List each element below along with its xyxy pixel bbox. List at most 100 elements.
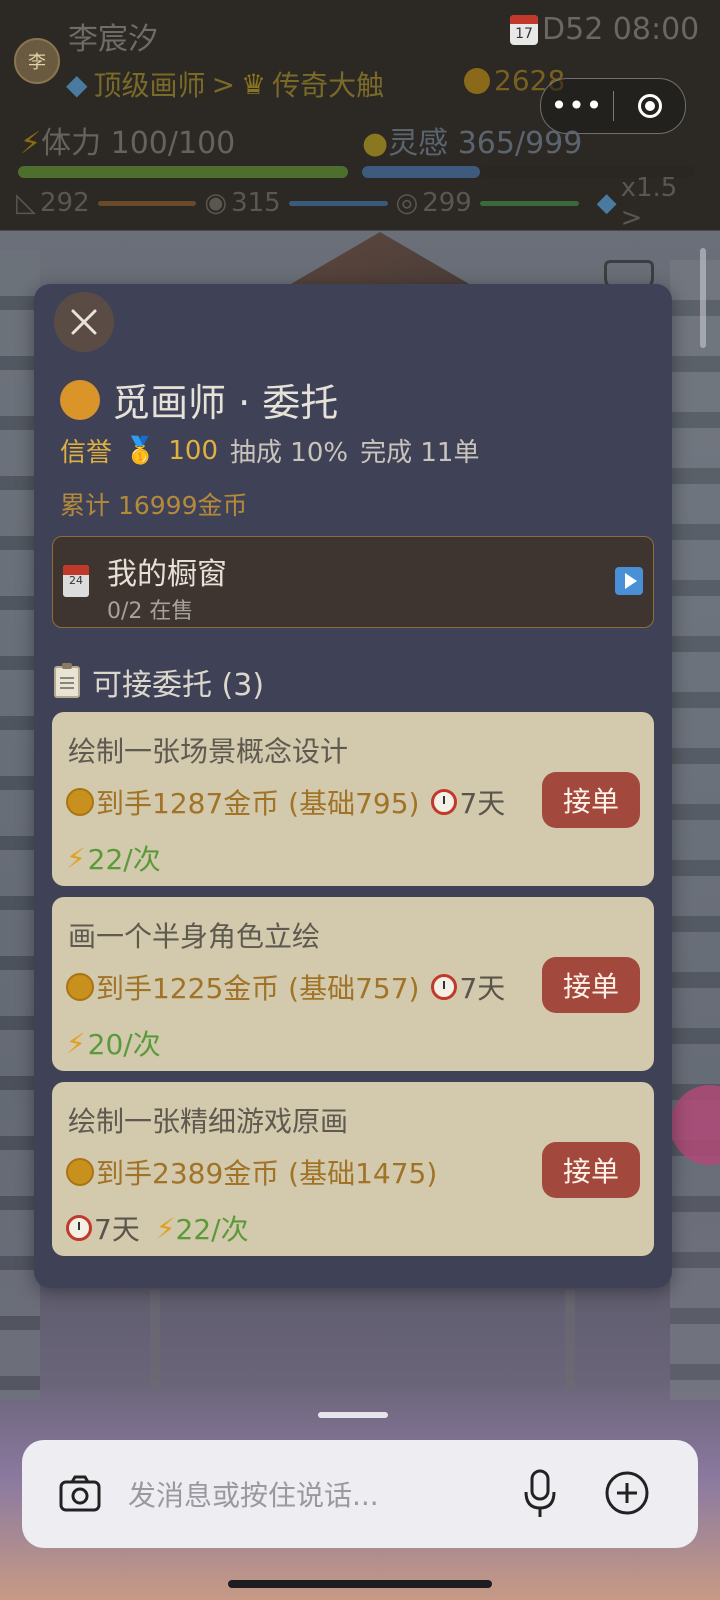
skill-value: 292 bbox=[40, 188, 90, 218]
coin-icon bbox=[66, 788, 94, 816]
home-indicator[interactable] bbox=[228, 1580, 492, 1588]
lightning-icon: ⚡ bbox=[66, 1026, 86, 1060]
commission-deadline: 7天 bbox=[431, 782, 505, 822]
avatar[interactable]: 李 bbox=[14, 38, 60, 84]
commission-title: 绘制一张精细游戏原画 bbox=[68, 1105, 349, 1138]
commission-card: 绘制一张场景概念设计 到手1287金币 (基础795) 7天 ⚡ 22/次 接单 bbox=[52, 712, 654, 886]
skill-bar bbox=[288, 200, 388, 206]
microphone-icon[interactable] bbox=[522, 1468, 558, 1520]
target-icon bbox=[637, 94, 662, 118]
deadline-text: 7天 bbox=[459, 972, 506, 1005]
inspiration-bar bbox=[362, 166, 480, 178]
top-hud: 李 李宸汐 17 D52 08:00 ◆ 顶级画师 > ♛ 传奇大触 2628 … bbox=[0, 0, 720, 233]
close-button[interactable] bbox=[54, 292, 114, 352]
multiplier[interactable]: ◆ x1.5 > bbox=[597, 173, 706, 233]
inspiration-stat: ●灵感 365/999 bbox=[362, 118, 582, 162]
energy-cost: ⚡ 22/次 bbox=[66, 838, 161, 878]
inspiration-text: 灵感 365/999 bbox=[388, 126, 583, 161]
skill-bar bbox=[479, 200, 579, 206]
commission-reward: 到手1225金币 (基础757) 7天 bbox=[66, 967, 505, 1007]
deadline-text: 7天 bbox=[459, 787, 506, 820]
alarm-clock-icon bbox=[431, 789, 458, 815]
rank-progress[interactable]: ◆ 顶级画师 > ♛ 传奇大触 bbox=[66, 64, 384, 104]
message-input[interactable]: 发消息或按住说话... bbox=[128, 1474, 379, 1514]
reward-text: 到手1287金币 (基础795) bbox=[96, 787, 420, 820]
commission-deadline: 7天 bbox=[431, 967, 505, 1007]
alarm-clock-icon bbox=[431, 974, 458, 1000]
section-title: 可接委托 (3) bbox=[92, 668, 265, 703]
rank-arrow: > bbox=[211, 67, 236, 101]
commission-card: 画一个半身角色立绘 到手1225金币 (基础757) 7天 ⚡ 20/次 接单 bbox=[52, 897, 654, 1071]
energy-text: 22/次 bbox=[87, 843, 161, 876]
diamond-icon: ◆ bbox=[596, 188, 617, 218]
reputation-stats: 信誉 🥇 100 抽成 10% 完成 11单 bbox=[60, 432, 479, 469]
lightning-icon: ⚡ bbox=[155, 1211, 176, 1245]
plus-icon[interactable] bbox=[604, 1470, 650, 1516]
skill-color: ◉ 315 bbox=[204, 188, 280, 218]
showcase-status: 0/2 在售 bbox=[107, 599, 194, 624]
lightning-icon: ⚡ bbox=[20, 126, 42, 161]
reward-text: 到手1225金币 (基础757) bbox=[96, 972, 420, 1005]
game-date: 17 D52 08:00 bbox=[510, 12, 699, 47]
showcase-title: 我的橱窗 bbox=[107, 557, 227, 592]
alarm-clock-icon bbox=[66, 1215, 92, 1241]
stamina-text: 体力 100/100 bbox=[41, 126, 236, 161]
accept-button[interactable]: 接单 bbox=[542, 1142, 640, 1198]
energy-cost: ⚡ 20/次 bbox=[66, 1023, 161, 1063]
clipboard-icon bbox=[54, 663, 80, 698]
lightbulb-icon: ● bbox=[362, 126, 389, 161]
my-showcase-entry[interactable]: 24 我的橱窗 0/2 在售 bbox=[52, 536, 654, 628]
stamina-stat: ⚡体力 100/100 bbox=[20, 118, 235, 162]
reputation-label: 信誉 bbox=[60, 438, 113, 468]
player-name: 李宸汐 bbox=[68, 22, 158, 57]
coin-icon bbox=[66, 1158, 94, 1186]
diamond-icon: ◆ bbox=[66, 67, 88, 101]
eye-icon: ◎ bbox=[395, 188, 419, 218]
commission-deadline: 7天 bbox=[66, 1208, 140, 1248]
available-commissions-header: 可接委托 (3) bbox=[54, 660, 264, 704]
skill-composition: ◺ 292 bbox=[16, 188, 90, 218]
close-miniprogram-button[interactable] bbox=[614, 94, 685, 118]
total-earned: 累计 16999金币 bbox=[60, 491, 248, 520]
background-pole bbox=[150, 1290, 160, 1390]
energy-cost: ⚡ 22/次 bbox=[156, 1208, 249, 1248]
background-pole bbox=[565, 1290, 575, 1390]
panel-title: 觅画师 · 委托 bbox=[60, 372, 338, 427]
accept-button[interactable]: 接单 bbox=[542, 772, 640, 828]
calendar-icon: 17 bbox=[510, 14, 538, 45]
energy-text: 22/次 bbox=[175, 1213, 249, 1246]
medal-icon: 🥇 bbox=[124, 435, 157, 466]
coin-icon bbox=[66, 973, 94, 1001]
store-icon: 24 bbox=[63, 565, 89, 597]
commission-reward: 到手1287金币 (基础795) 7天 bbox=[66, 782, 505, 822]
stamina-bar bbox=[18, 166, 348, 178]
scrollbar[interactable] bbox=[700, 248, 706, 348]
chat-input-bar: 发消息或按住说话... bbox=[22, 1440, 698, 1548]
background-building-right bbox=[670, 260, 720, 1400]
reputation-value: 100 bbox=[168, 435, 219, 466]
rank-next: 传奇大触 bbox=[272, 69, 385, 102]
commission-card: 绘制一张精细游戏原画 到手2389金币 (基础1475) 7天 ⚡ 22/次 接单 bbox=[52, 1082, 654, 1256]
energy-text: 20/次 bbox=[87, 1028, 161, 1061]
lightning-icon: ⚡ bbox=[66, 841, 86, 875]
skill-value: 315 bbox=[231, 188, 281, 218]
drag-handle[interactable] bbox=[318, 1412, 388, 1418]
commission-reward: 到手2389金币 (基础1475) bbox=[66, 1152, 437, 1192]
skill-value: 299 bbox=[422, 188, 472, 218]
camera-icon[interactable] bbox=[58, 1472, 102, 1516]
date-time-text: D52 08:00 bbox=[542, 12, 700, 47]
commission-rate: 抽成 10% bbox=[230, 438, 349, 468]
palette-icon: ◉ bbox=[204, 188, 228, 218]
ruler-icon: ◺ bbox=[16, 188, 36, 218]
rank-current: 顶级画师 bbox=[93, 69, 206, 102]
play-arrow-icon bbox=[615, 567, 643, 595]
close-icon bbox=[71, 309, 97, 335]
skill-stats: ◺ 292 ◉ 315 ◎ 299 ◆ x1.5 > bbox=[16, 173, 706, 233]
coin-icon bbox=[464, 67, 490, 94]
accept-button[interactable]: 接单 bbox=[542, 957, 640, 1013]
panel-title-text: 觅画师 · 委托 bbox=[112, 381, 339, 425]
commission-title: 画一个半身角色立绘 bbox=[68, 920, 321, 953]
orb-icon bbox=[60, 379, 100, 420]
commission-meta: 7天 ⚡ 22/次 bbox=[66, 1208, 249, 1248]
completed-count: 完成 11单 bbox=[360, 438, 480, 468]
